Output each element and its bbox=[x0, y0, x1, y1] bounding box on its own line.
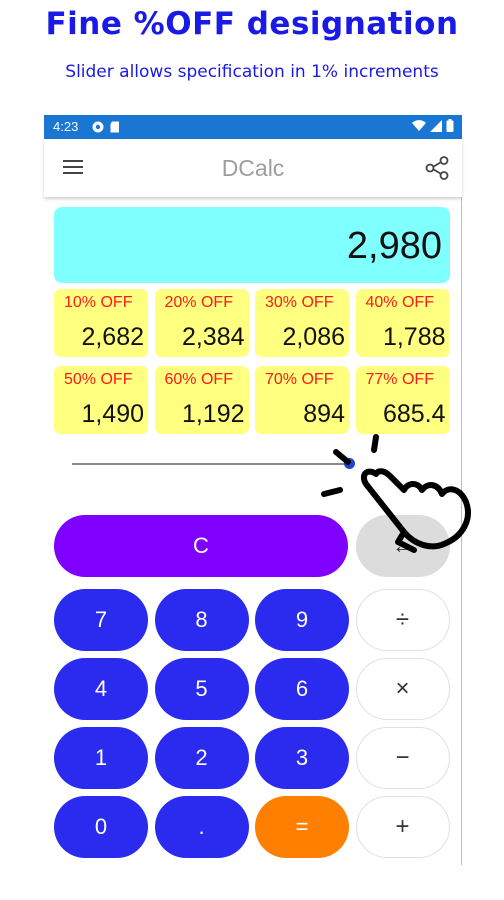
discount-cell[interactable]: 20% OFF 2,384 bbox=[154, 289, 249, 357]
digit-0-button[interactable]: 0 bbox=[54, 796, 148, 858]
digit-6-button[interactable]: 6 bbox=[255, 658, 349, 720]
promo-headline: Fine %OFF designation bbox=[45, 6, 459, 42]
digit-7-button[interactable]: 7 bbox=[54, 589, 148, 651]
wifi-icon bbox=[412, 119, 426, 131]
discount-slider-track[interactable] bbox=[72, 463, 352, 465]
discount-label: 50% OFF bbox=[64, 371, 133, 388]
divide-button[interactable]: ÷ bbox=[355, 589, 450, 651]
backspace-button[interactable]: ← bbox=[356, 515, 450, 577]
discount-value: 2,086 bbox=[282, 323, 345, 351]
app-title: DCalc bbox=[221, 155, 285, 181]
discount-value: 2,384 bbox=[181, 323, 245, 351]
discount-cell[interactable]: 77% OFF 685.4 bbox=[355, 366, 450, 434]
discount-value: 2,682 bbox=[81, 323, 144, 351]
discount-cell[interactable]: 60% OFF 1,192 bbox=[154, 366, 249, 434]
discount-label: 40% OFF bbox=[365, 294, 434, 311]
discount-label: 30% OFF bbox=[265, 294, 334, 311]
discount-label: 77% OFF bbox=[365, 371, 434, 388]
result-display: 2,980 bbox=[54, 207, 450, 283]
phone-screen: 4:23 DCalc 2,980 10% OFF 2,682 20% OFF 2… bbox=[44, 115, 462, 865]
discount-cell[interactable]: 40% OFF 1,788 bbox=[355, 289, 450, 357]
discount-cell[interactable]: 70% OFF 894 bbox=[255, 366, 349, 434]
discount-value: 894 bbox=[303, 400, 345, 428]
discount-value: 685.4 bbox=[382, 400, 446, 428]
add-button[interactable]: + bbox=[355, 796, 450, 858]
signal-icon bbox=[430, 119, 442, 132]
clear-button[interactable]: C bbox=[54, 515, 348, 577]
discount-value: 1,788 bbox=[382, 323, 446, 351]
discount-label: 60% OFF bbox=[164, 371, 233, 388]
status-icons bbox=[412, 119, 454, 132]
share-icon bbox=[425, 156, 449, 180]
digit-5-button[interactable]: 5 bbox=[154, 658, 249, 720]
status-time: 4:23 bbox=[53, 119, 79, 134]
discount-label: 70% OFF bbox=[265, 371, 334, 388]
status-bar: 4:23 bbox=[44, 115, 462, 139]
digit-1-button[interactable]: 1 bbox=[54, 727, 148, 789]
discount-label: 10% OFF bbox=[64, 294, 133, 311]
discount-cell[interactable]: 50% OFF 1,490 bbox=[54, 366, 148, 434]
subtract-button[interactable]: − bbox=[355, 727, 450, 789]
digit-4-button[interactable]: 4 bbox=[54, 658, 148, 720]
digit-3-button[interactable]: 3 bbox=[255, 727, 349, 789]
discount-cell[interactable]: 10% OFF 2,682 bbox=[54, 289, 148, 357]
share-button[interactable] bbox=[424, 155, 450, 181]
digit-2-button[interactable]: 2 bbox=[154, 727, 249, 789]
decimal-button[interactable]: . bbox=[154, 796, 249, 858]
app-bar: DCalc bbox=[44, 139, 462, 197]
equals-button[interactable]: = bbox=[255, 796, 349, 858]
digit-9-button[interactable]: 9 bbox=[255, 589, 349, 651]
discount-value: 1,490 bbox=[81, 400, 144, 428]
digit-8-button[interactable]: 8 bbox=[154, 589, 249, 651]
discount-label: 20% OFF bbox=[164, 294, 233, 311]
sd-card-icon bbox=[110, 121, 119, 133]
discount-value: 1,192 bbox=[181, 400, 245, 428]
battery-icon bbox=[446, 119, 454, 132]
multiply-button[interactable]: × bbox=[355, 658, 450, 720]
notification-icon bbox=[92, 121, 104, 133]
discount-slider-thumb[interactable] bbox=[344, 458, 356, 469]
discount-cell[interactable]: 30% OFF 2,086 bbox=[255, 289, 349, 357]
display-value: 2,980 bbox=[346, 225, 442, 267]
promo-subline: Slider allows specification in 1% increm… bbox=[65, 62, 439, 82]
